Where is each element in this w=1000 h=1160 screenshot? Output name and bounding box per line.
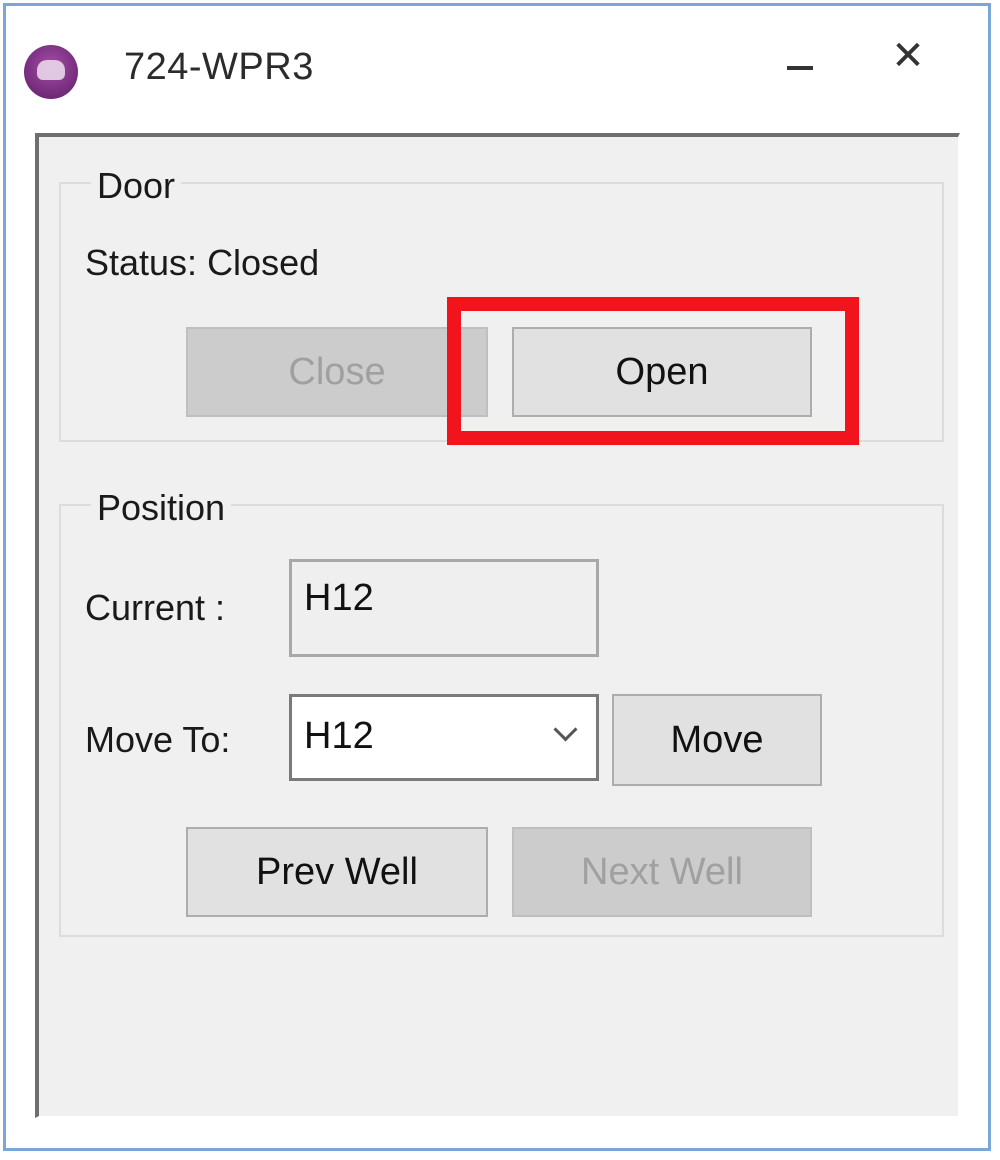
- move-to-dropdown[interactable]: H12: [289, 694, 599, 781]
- app-logo-icon: [24, 45, 78, 99]
- chevron-down-icon[interactable]: [553, 717, 578, 742]
- minimize-button[interactable]: [781, 44, 821, 84]
- position-group-title: Position: [91, 487, 232, 529]
- next-well-button[interactable]: Next Well: [512, 827, 812, 917]
- highlight-box: [447, 297, 859, 445]
- window-title: 724-WPR3: [124, 46, 314, 88]
- current-position-field: H12: [289, 559, 599, 657]
- move-button[interactable]: Move: [612, 694, 822, 786]
- client-area: Door Status: Closed Close Open Position …: [35, 133, 960, 1118]
- current-label: Current :: [85, 587, 226, 628]
- prev-well-button[interactable]: Prev Well: [186, 827, 488, 917]
- close-door-button[interactable]: Close: [186, 327, 488, 417]
- close-window-button[interactable]: ✕: [888, 34, 928, 78]
- door-status-text: Status: Closed: [85, 242, 320, 283]
- door-group-title: Door: [91, 165, 182, 207]
- move-to-selected-value: H12: [304, 715, 374, 757]
- move-to-label: Move To:: [85, 719, 231, 760]
- minimize-icon: [787, 66, 813, 70]
